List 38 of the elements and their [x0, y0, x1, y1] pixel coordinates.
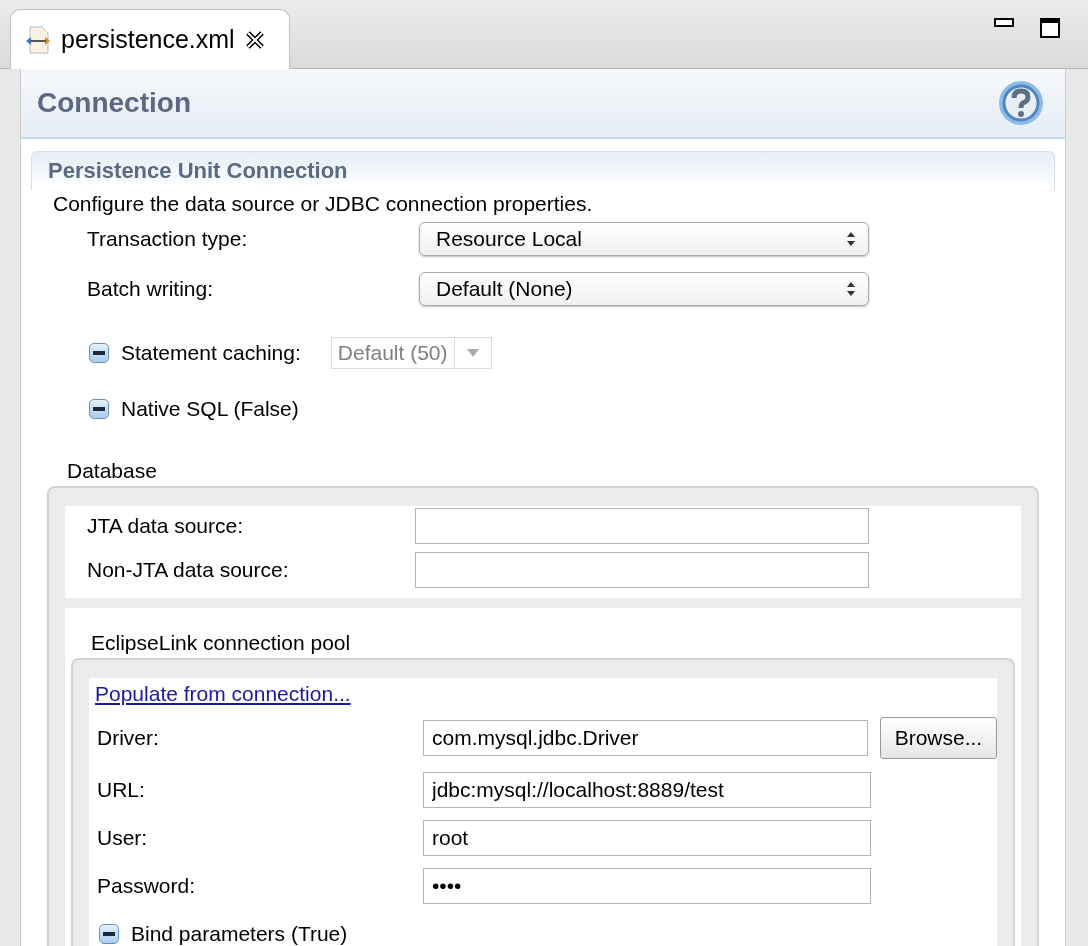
input-field[interactable]	[415, 552, 869, 588]
help-icon[interactable]	[997, 79, 1045, 127]
option-label: Native SQL (False)	[121, 397, 299, 421]
close-icon[interactable]	[244, 29, 265, 50]
input-field[interactable]: com.mysql.jdbc.Driver	[423, 720, 868, 756]
editor-tab[interactable]: persistence.xml	[10, 9, 290, 69]
input-field[interactable]: ••••	[423, 868, 871, 904]
field-label: Statement caching:	[121, 341, 301, 365]
field-label: URL:	[97, 778, 146, 802]
field-label: Transaction type:	[87, 227, 249, 251]
page-title: Connection	[37, 87, 191, 119]
group-title: EclipseLink connection pool	[90, 630, 352, 656]
group-title: Database	[66, 458, 158, 484]
updown-arrows-icon	[846, 281, 856, 297]
minimize-icon[interactable]	[994, 18, 1014, 28]
maximize-icon[interactable]	[1040, 18, 1060, 38]
browse-button[interactable]: Browse...	[879, 717, 997, 759]
option-label: Bind parameters (True)	[131, 922, 348, 946]
field-label: Non-JTA data source:	[87, 558, 290, 582]
field-label: Password:	[97, 874, 197, 898]
dropdown[interactable]: Default (None)	[419, 272, 869, 306]
field-label: User:	[97, 826, 149, 850]
field-label: Batch writing:	[87, 277, 215, 301]
populate-link[interactable]: Populate from connection...	[95, 682, 351, 706]
dropdown-arrow-icon	[466, 349, 479, 357]
dropdown[interactable]: Resource Local	[419, 222, 869, 256]
input-field[interactable]: root	[423, 820, 871, 856]
section-title: Persistence Unit Connection	[48, 158, 348, 184]
xml-file-icon	[25, 25, 51, 54]
tab-title: persistence.xml	[61, 25, 235, 54]
input-field[interactable]: jdbc:mysql://localhost:8889/test	[423, 772, 871, 808]
updown-arrows-icon	[846, 231, 856, 247]
tristate-checkbox[interactable]	[89, 399, 109, 419]
field-label: Driver:	[97, 726, 160, 750]
field-label: JTA data source:	[87, 514, 245, 538]
input-field[interactable]	[415, 508, 869, 544]
section-description: Configure the data source or JDBC connection properties.	[52, 191, 594, 216]
tristate-checkbox[interactable]	[99, 924, 119, 944]
